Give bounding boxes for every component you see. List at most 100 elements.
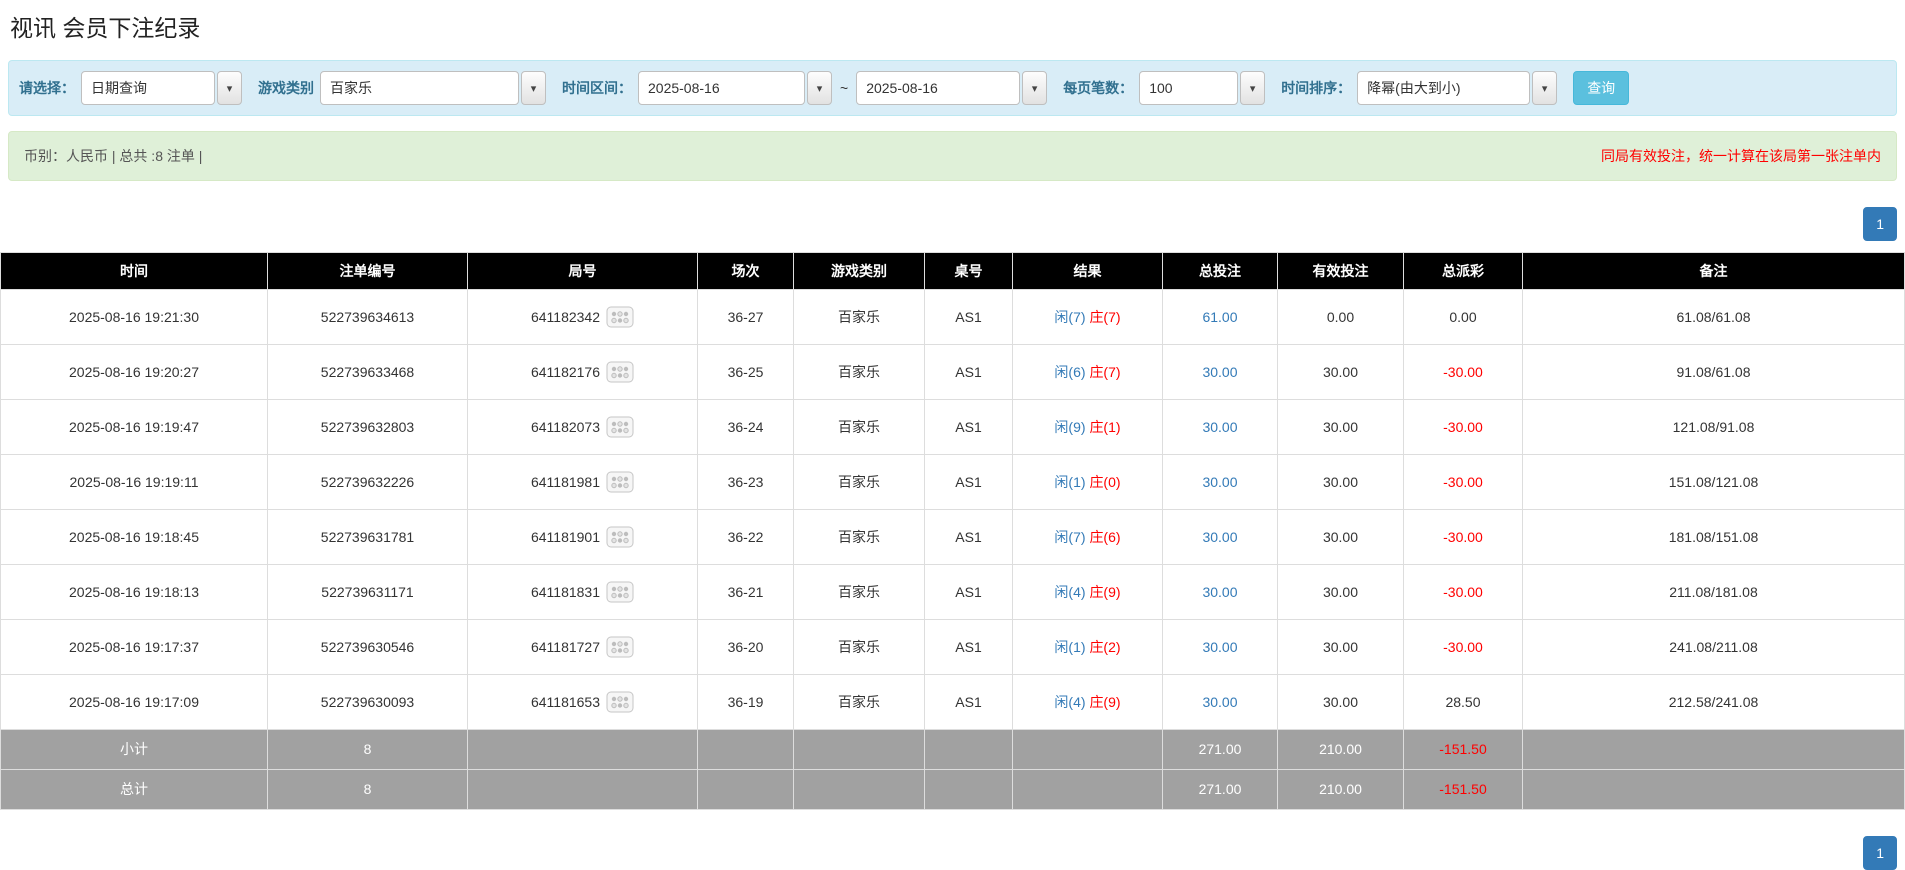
cell-remark: 91.08/61.08: [1523, 345, 1905, 400]
pagination-bottom: 1: [0, 836, 1905, 870]
chevron-down-icon[interactable]: ▾: [1022, 71, 1047, 105]
round-id-wrap: 641181653: [531, 691, 634, 713]
bets-table: 时间注单编号局号场次游戏类别桌号结果总投注有效投注总派彩备注 2025-08-1…: [0, 252, 1905, 810]
column-header: 有效投注: [1278, 253, 1404, 290]
cell-total-bet: 30.00: [1163, 675, 1278, 730]
cell-result: 闲(4) 庄(9): [1013, 565, 1163, 620]
top-area: 视讯 会员下注纪录 请选择： 日期查询 ▾ 游戏类别 百家乐 ▾ 时间区间： 2…: [0, 12, 1905, 241]
cell-table-no: AS1: [925, 290, 1013, 345]
roadmap-icon[interactable]: [606, 361, 634, 383]
roadmap-icon[interactable]: [606, 636, 634, 658]
summary-empty-cell: [794, 730, 925, 770]
table-body: 2025-08-16 19:21:30522739634613641182342…: [1, 290, 1905, 730]
summary-empty-cell: [1013, 770, 1163, 810]
date-from-select[interactable]: 2025-08-16 ▾: [638, 71, 832, 105]
result-banker: 庄(7): [1089, 364, 1120, 380]
summary-empty-cell: [468, 730, 698, 770]
cell-round-id: 641182342: [468, 290, 698, 345]
total-bet-link[interactable]: 30.00: [1202, 694, 1237, 710]
chevron-down-icon[interactable]: ▾: [1532, 71, 1557, 105]
currency-total-text: 币别：人民币 | 总共 :8 注单 |: [24, 146, 202, 166]
round-id-text: 641181901: [531, 527, 600, 548]
cell-remark: 151.08/121.08: [1523, 455, 1905, 510]
cell-result: 闲(4) 庄(9): [1013, 675, 1163, 730]
roadmap-icon[interactable]: [606, 416, 634, 438]
summary-total-bet: 271.00: [1163, 730, 1278, 770]
chevron-down-icon[interactable]: ▾: [217, 71, 242, 105]
cell-result: 闲(1) 庄(0): [1013, 455, 1163, 510]
search-button[interactable]: 查询: [1573, 71, 1629, 105]
total-bet-link[interactable]: 30.00: [1202, 529, 1237, 545]
cell-payout: 28.50: [1404, 675, 1523, 730]
summary-label: 总计: [1, 770, 268, 810]
roadmap-icon[interactable]: [606, 306, 634, 328]
cell-valid-bet: 30.00: [1278, 510, 1404, 565]
column-header: 总派彩: [1404, 253, 1523, 290]
cell-valid-bet: 30.00: [1278, 675, 1404, 730]
page-1-button[interactable]: 1: [1863, 207, 1897, 241]
result-player: 闲(4): [1054, 694, 1085, 710]
cell-payout: -30.00: [1404, 345, 1523, 400]
roadmap-icon[interactable]: [606, 581, 634, 603]
cell-session: 36-21: [698, 565, 794, 620]
summary-empty-cell: [925, 730, 1013, 770]
chevron-down-icon[interactable]: ▾: [1240, 71, 1265, 105]
total-bet-link[interactable]: 30.00: [1202, 474, 1237, 490]
cell-result: 闲(9) 庄(1): [1013, 400, 1163, 455]
total-bet-link[interactable]: 61.00: [1202, 309, 1237, 325]
result-banker: 庄(9): [1089, 584, 1120, 600]
time-sort-select[interactable]: 降幂(由大到小) ▾: [1357, 71, 1557, 105]
total-bet-link[interactable]: 30.00: [1202, 364, 1237, 380]
game-type-select[interactable]: 百家乐 ▾: [320, 71, 546, 105]
round-id-wrap: 641181981: [531, 471, 634, 493]
result-banker: 庄(6): [1089, 529, 1120, 545]
cell-game-type: 百家乐: [794, 675, 925, 730]
cell-valid-bet: 30.00: [1278, 455, 1404, 510]
column-header: 注单编号: [268, 253, 468, 290]
cell-bet-id: 522739632226: [268, 455, 468, 510]
query-type-select[interactable]: 日期查询 ▾: [81, 71, 242, 105]
round-id-wrap: 641182176: [531, 361, 634, 383]
summary-payout: -151.50: [1404, 730, 1523, 770]
cell-payout: -30.00: [1404, 455, 1523, 510]
page-1-button[interactable]: 1: [1863, 836, 1897, 870]
cell-table-no: AS1: [925, 345, 1013, 400]
round-id-text: 641181653: [531, 692, 600, 713]
cell-remark: 121.08/91.08: [1523, 400, 1905, 455]
date-range-label: 时间区间：: [562, 78, 632, 98]
cell-round-id: 641182073: [468, 400, 698, 455]
cell-valid-bet: 0.00: [1278, 290, 1404, 345]
result-player: 闲(4): [1054, 584, 1085, 600]
roadmap-icon[interactable]: [606, 471, 634, 493]
cell-round-id: 641181831: [468, 565, 698, 620]
cell-game-type: 百家乐: [794, 565, 925, 620]
roadmap-icon[interactable]: [606, 691, 634, 713]
round-id-text: 641181981: [531, 472, 600, 493]
result-banker: 庄(1): [1089, 419, 1120, 435]
cell-time: 2025-08-16 19:17:37: [1, 620, 268, 675]
summary-count: 8: [268, 770, 468, 810]
cell-bet-id: 522739632803: [268, 400, 468, 455]
cell-total-bet: 30.00: [1163, 620, 1278, 675]
time-sort-value: 降幂(由大到小): [1357, 71, 1530, 105]
summary-empty-cell: [468, 770, 698, 810]
cell-round-id: 641181727: [468, 620, 698, 675]
cell-result: 闲(6) 庄(7): [1013, 345, 1163, 400]
cell-session: 36-27: [698, 290, 794, 345]
total-bet-link[interactable]: 30.00: [1202, 419, 1237, 435]
date-to-select[interactable]: 2025-08-16 ▾: [856, 71, 1047, 105]
total-bet-link[interactable]: 30.00: [1202, 584, 1237, 600]
cell-payout: -30.00: [1404, 565, 1523, 620]
total-bet-link[interactable]: 30.00: [1202, 639, 1237, 655]
cell-valid-bet: 30.00: [1278, 565, 1404, 620]
cell-remark: 61.08/61.08: [1523, 290, 1905, 345]
page-size-select[interactable]: 100 ▾: [1139, 71, 1265, 105]
roadmap-icon[interactable]: [606, 526, 634, 548]
chevron-down-icon[interactable]: ▾: [807, 71, 832, 105]
chevron-down-icon[interactable]: ▾: [521, 71, 546, 105]
cell-game-type: 百家乐: [794, 455, 925, 510]
round-id-text: 641182073: [531, 417, 600, 438]
cell-game-type: 百家乐: [794, 290, 925, 345]
cell-payout: 0.00: [1404, 290, 1523, 345]
round-id-wrap: 641182342: [531, 306, 634, 328]
